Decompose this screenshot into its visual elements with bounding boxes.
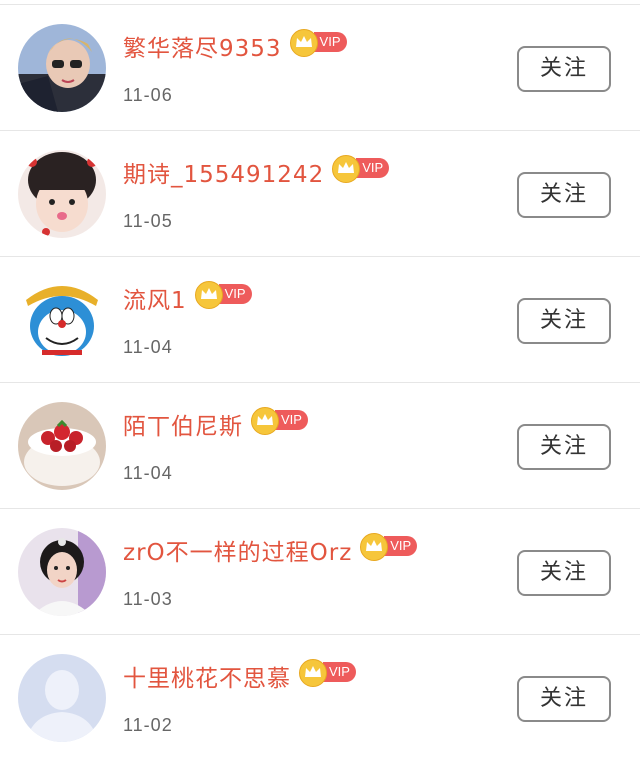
avatar[interactable] [18,276,106,364]
vip-label: VIP [218,284,252,304]
list-item[interactable]: 繁华落尽9353 VIP 11-06 关注 [0,5,640,131]
username[interactable]: zrO不一样的过程Orz [123,533,352,573]
name-line: 陌丅伯尼斯 VIP [123,407,308,447]
username[interactable]: 流风1 [123,281,187,321]
username[interactable]: 十里桃花不思慕 [123,659,291,699]
follow-button[interactable]: 关注 [517,46,611,92]
follower-list: 繁华落尽9353 VIP 11-06 关注 期诗_155491242 VIP 11-… [0,0,640,754]
list-item[interactable]: 十里桃花不思慕 VIP 11-02 关注 [0,635,640,761]
name-line: 流风1 VIP [123,281,252,321]
vip-label: VIP [356,158,390,178]
follow-date: 11-06 [123,85,173,105]
follow-button[interactable]: 关注 [517,298,611,344]
crown-icon [332,155,361,183]
crown-icon [360,533,389,561]
username[interactable]: 陌丅伯尼斯 [123,407,243,447]
list-item[interactable]: 陌丅伯尼斯 VIP 11-04 关注 [0,383,640,509]
crown-icon [299,659,327,687]
follow-date: 11-02 [123,715,173,735]
follow-date: 11-05 [123,211,173,231]
follow-date: 11-04 [123,463,173,483]
crown-icon [194,281,223,309]
avatar[interactable] [18,150,106,238]
list-item[interactable]: 流风1 VIP 11-04 关注 [0,257,640,383]
username[interactable]: 期诗_155491242 [123,155,324,195]
vip-label: VIP [275,410,308,430]
follow-button[interactable]: 关注 [517,424,611,470]
vip-badge: VIP [360,533,418,561]
username[interactable]: 繁华落尽9353 [123,29,282,69]
crown-icon [289,29,318,57]
list-item[interactable]: zrO不一样的过程Orz VIP 11-03 关注 [0,509,640,635]
name-line: 十里桃花不思慕 VIP [123,659,356,699]
follow-button[interactable]: 关注 [517,676,611,722]
avatar[interactable] [18,402,106,490]
avatar[interactable] [18,654,106,742]
list-item[interactable]: 期诗_155491242 VIP 11-05 关注 [0,131,640,257]
crown-icon [251,407,279,435]
vip-badge: VIP [251,407,308,435]
name-line: 繁华落尽9353 VIP [123,29,347,69]
follow-button[interactable]: 关注 [517,172,611,218]
vip-badge: VIP [332,155,390,183]
vip-label: VIP [313,32,347,52]
vip-badge: VIP [289,29,347,57]
avatar[interactable] [18,528,106,616]
avatar[interactable] [18,24,106,112]
follow-date: 11-03 [123,589,173,609]
vip-badge: VIP [194,281,252,309]
vip-badge: VIP [299,659,356,687]
follow-date: 11-04 [123,337,173,357]
name-line: 期诗_155491242 VIP [123,155,390,195]
name-line: zrO不一样的过程Orz VIP [123,533,418,573]
vip-label: VIP [384,536,418,556]
vip-label: VIP [323,662,356,682]
follow-button[interactable]: 关注 [517,550,611,596]
